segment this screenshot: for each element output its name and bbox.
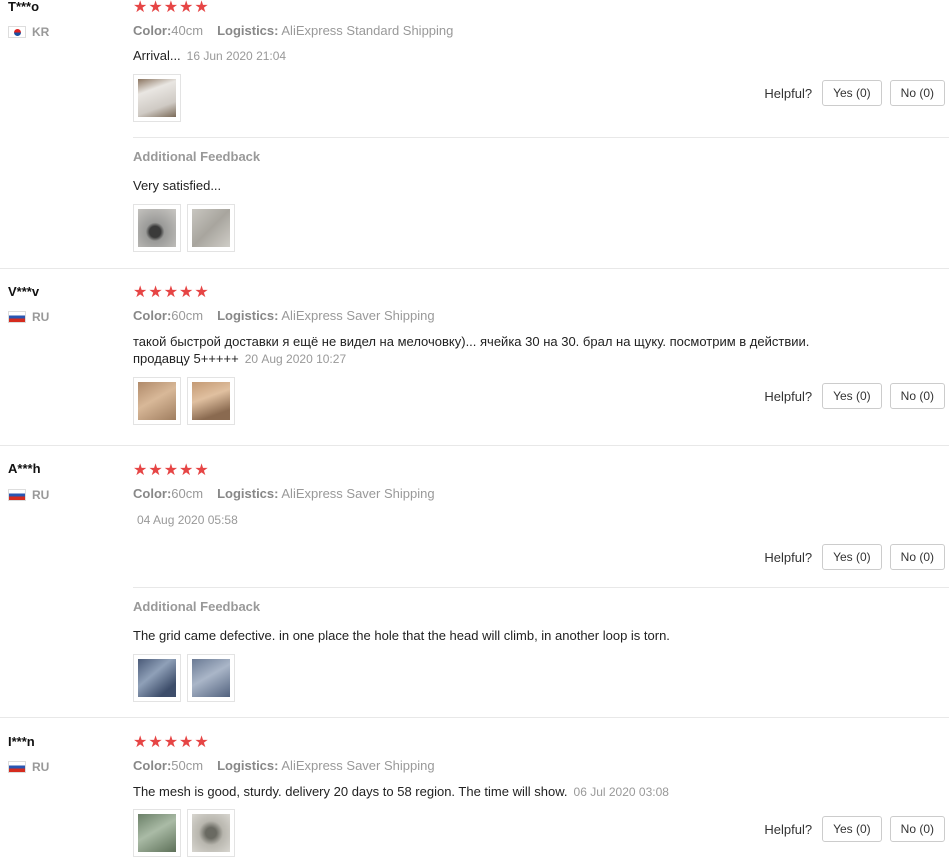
yes-button[interactable]: Yes (0) bbox=[822, 383, 882, 409]
reviewer-country: RU bbox=[8, 488, 49, 502]
country-code: RU bbox=[32, 760, 50, 774]
helpful-label: Helpful? bbox=[764, 549, 813, 565]
color-label: Color: bbox=[133, 308, 172, 323]
ru-flag-icon bbox=[8, 489, 26, 501]
review-body: Arrival... bbox=[133, 48, 181, 63]
ru-flag-icon bbox=[8, 311, 26, 323]
country-code: RU bbox=[32, 310, 50, 324]
review-date: 16 Jun 2020 21:04 bbox=[186, 49, 287, 63]
review-photos bbox=[133, 809, 235, 857]
logistics-label: Logistics: bbox=[217, 486, 279, 501]
color-label: Color: bbox=[133, 486, 172, 501]
review-date: 04 Aug 2020 05:58 bbox=[137, 513, 238, 527]
helpful-votes: Helpful? Yes (0) No (0) bbox=[764, 816, 945, 842]
no-button[interactable]: No (0) bbox=[889, 80, 945, 106]
review-photos bbox=[133, 74, 181, 122]
logistics-value: AliExpress Standard Shipping bbox=[281, 23, 454, 38]
color-value: 40cm bbox=[171, 23, 204, 38]
review-body-line: такой быстрой доставки я ещё не видел на… bbox=[133, 334, 810, 349]
helpful-label: Helpful? bbox=[764, 388, 813, 404]
additional-feedback-text: Very satisfied... bbox=[133, 178, 222, 193]
review-photo[interactable] bbox=[133, 74, 181, 122]
review-date: 06 Jul 2020 03:08 bbox=[573, 785, 669, 799]
reviewer-country: KR bbox=[8, 25, 49, 39]
divider bbox=[133, 137, 949, 138]
review-body: The mesh is good, sturdy. delivery 20 da… bbox=[133, 784, 568, 799]
reviewer-name: V***v bbox=[8, 284, 40, 299]
logistics-value: AliExpress Saver Shipping bbox=[281, 758, 435, 773]
review-text: 04 Aug 2020 05:58 bbox=[131, 511, 238, 529]
review-date: 20 Aug 2020 10:27 bbox=[244, 352, 347, 366]
reviewer-name: T***o bbox=[8, 0, 40, 14]
review-meta: Color:60cm Logistics: AliExpress Saver Sh… bbox=[133, 486, 435, 501]
additional-photos bbox=[133, 654, 235, 702]
reviewer-country: RU bbox=[8, 760, 49, 774]
yes-button[interactable]: Yes (0) bbox=[822, 544, 882, 570]
logistics-label: Logistics: bbox=[217, 308, 279, 323]
review-photo[interactable] bbox=[187, 654, 235, 702]
helpful-votes: Helpful? Yes (0) No (0) bbox=[764, 544, 945, 570]
review-photo[interactable] bbox=[133, 377, 181, 425]
star-rating: ★★★★★ bbox=[133, 284, 210, 301]
review-meta: Color:40cm Logistics: AliExpress Standard… bbox=[133, 23, 453, 38]
star-rating: ★★★★★ bbox=[133, 0, 210, 16]
helpful-label: Helpful? bbox=[764, 85, 813, 101]
yes-button[interactable]: Yes (0) bbox=[822, 816, 882, 842]
logistics-label: Logistics: bbox=[217, 23, 279, 38]
helpful-votes: Helpful? Yes (0) No (0) bbox=[764, 80, 945, 106]
review-photo[interactable] bbox=[133, 809, 181, 857]
no-button[interactable]: No (0) bbox=[889, 383, 945, 409]
review-photos bbox=[133, 377, 235, 425]
additional-feedback-title: Additional Feedback bbox=[133, 149, 261, 164]
star-rating: ★★★★★ bbox=[133, 462, 210, 479]
review-photo[interactable] bbox=[187, 377, 235, 425]
color-value: 60cm bbox=[171, 486, 204, 501]
color-value: 60cm bbox=[171, 308, 204, 323]
country-code: RU bbox=[32, 488, 50, 502]
review-separator bbox=[0, 717, 949, 718]
additional-photos bbox=[133, 204, 235, 252]
reviewer-name: A***h bbox=[8, 461, 41, 476]
no-button[interactable]: No (0) bbox=[889, 544, 945, 570]
review-text: The mesh is good, sturdy. delivery 20 da… bbox=[133, 783, 669, 801]
no-button[interactable]: No (0) bbox=[889, 816, 945, 842]
helpful-votes: Helpful? Yes (0) No (0) bbox=[764, 383, 945, 409]
kr-flag-icon bbox=[8, 26, 26, 38]
review-text: такой быстрой доставки я ещё не видел на… bbox=[133, 333, 809, 368]
helpful-label: Helpful? bbox=[764, 821, 813, 837]
ru-flag-icon bbox=[8, 761, 26, 773]
color-label: Color: bbox=[133, 23, 172, 38]
reviewer-name: I***n bbox=[8, 734, 35, 749]
color-label: Color: bbox=[133, 758, 172, 773]
star-rating: ★★★★★ bbox=[133, 734, 210, 751]
yes-button[interactable]: Yes (0) bbox=[822, 80, 882, 106]
review-photo[interactable] bbox=[187, 204, 235, 252]
additional-feedback-text: The grid came defective. in one place th… bbox=[133, 628, 670, 643]
review-separator bbox=[0, 268, 949, 269]
logistics-label: Logistics: bbox=[217, 758, 279, 773]
review-body-line: продавцу 5+++++ bbox=[133, 351, 239, 366]
review-photo[interactable] bbox=[133, 204, 181, 252]
logistics-value: AliExpress Saver Shipping bbox=[281, 486, 435, 501]
country-code: KR bbox=[32, 25, 50, 39]
review-separator bbox=[0, 445, 949, 446]
review-photo[interactable] bbox=[187, 809, 235, 857]
color-value: 50cm bbox=[171, 758, 204, 773]
reviewer-country: RU bbox=[8, 310, 49, 324]
review-text: Arrival... 16 Jun 2020 21:04 bbox=[133, 47, 286, 65]
review-meta: Color:50cm Logistics: AliExpress Saver Sh… bbox=[133, 758, 435, 773]
additional-feedback-title: Additional Feedback bbox=[133, 599, 261, 614]
divider bbox=[133, 587, 949, 588]
review-meta: Color:60cm Logistics: AliExpress Saver Sh… bbox=[133, 308, 435, 323]
review-photo[interactable] bbox=[133, 654, 181, 702]
logistics-value: AliExpress Saver Shipping bbox=[281, 308, 435, 323]
